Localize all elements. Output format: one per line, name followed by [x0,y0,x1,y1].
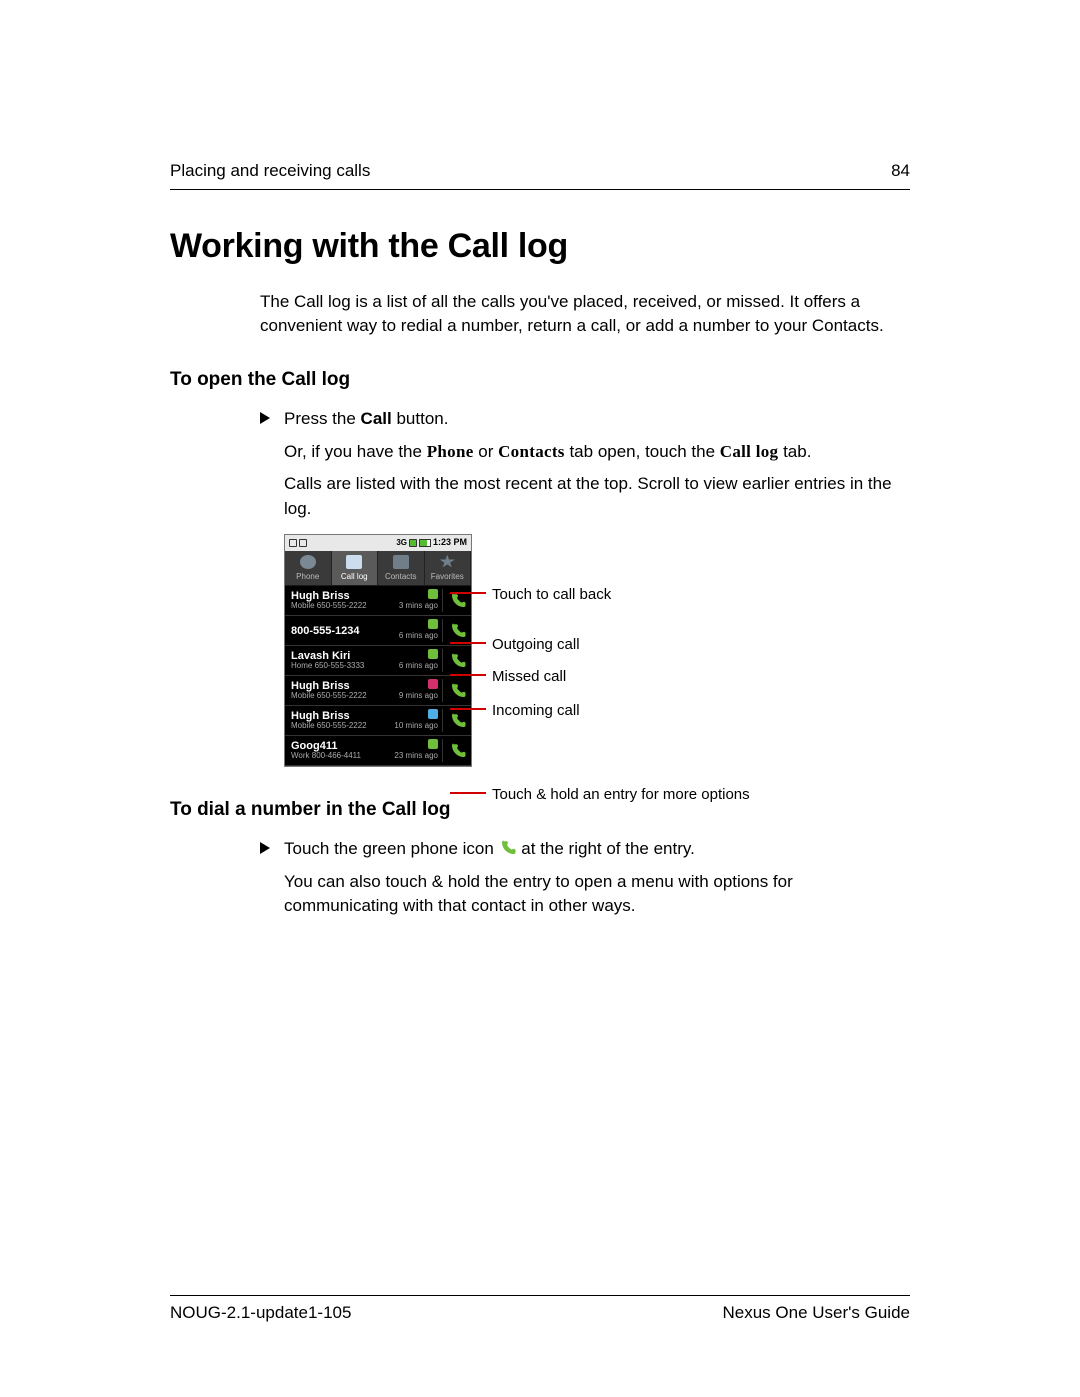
tab-contacts[interactable]: Contacts [378,551,425,586]
callout-hold-options: Touch & hold an entry for more options [492,784,750,806]
tab-favorites[interactable]: Favorites [425,551,472,586]
call-log-entry[interactable]: Goog411Work 800-466-441123 mins ago [285,736,471,766]
entry-time: 10 mins ago [390,709,443,732]
entry-number: Home 650-555-3333 [291,662,390,671]
ui-contacts-tab: Contacts [498,442,565,461]
open-call-log-line2: Or, if you have the Phone or Contacts ta… [260,440,910,465]
outgoing-call-icon [428,739,438,749]
outgoing-call-icon [428,589,438,599]
page-title: Working with the Call log [170,224,910,270]
entry-number: Work 800-466-4411 [291,752,390,761]
contacts-icon [393,555,409,569]
clock: 1:23 PM [433,536,467,549]
call-log-entry[interactable]: 800-555-12346 mins ago [285,616,471,646]
call-back-button[interactable] [449,742,467,760]
entry-number: Mobile 650-555-2222 [291,602,390,611]
callout-incoming: Incoming call [492,700,580,722]
running-head: Placing and receiving calls 84 [170,160,910,190]
status-icon [299,539,307,547]
manual-page: Placing and receiving calls 84 Working w… [0,0,1080,1397]
ui-calllog-tab: Call log [720,442,779,461]
step-press-call: Press the Call button. [260,407,910,432]
list-icon [346,555,362,569]
star-icon [439,555,455,569]
entry-number: Mobile 650-555-2222 [291,722,390,731]
callout-outgoing: Outgoing call [492,634,580,656]
phone-screenshot: 3G 1:23 PM Phone Call log Contacts Favor… [284,534,472,768]
outgoing-call-icon [428,649,438,659]
step-text-prefix: Press the [284,409,361,428]
entry-name: 800-555-1234 [291,625,390,637]
call-back-button[interactable] [449,682,467,700]
dial-number-line2: You can also touch & hold the entry to o… [260,870,910,919]
call-back-button[interactable] [449,712,467,730]
open-call-log-body: Press the Call button. Or, if you have t… [260,407,910,767]
tab-call-log[interactable]: Call log [332,551,379,586]
signal-icon [409,539,417,547]
phone-tabs: Phone Call log Contacts Favorites [285,551,471,587]
doc-id: NOUG-2.1-update1-105 [170,1302,351,1325]
missed-call-icon [428,679,438,689]
call-log-entry[interactable]: Hugh BrissMobile 650-555-22223 mins ago [285,586,471,616]
step-touch-phone-icon: Touch the green phone icon at the right … [260,837,910,862]
incoming-call-icon [428,709,438,719]
ui-phone-tab: Phone [427,442,474,461]
open-call-log-line3: Calls are listed with the most recent at… [260,472,910,521]
call-log-entry[interactable]: Hugh BrissMobile 650-555-22229 mins ago [285,676,471,706]
dial-number-body: Touch the green phone icon at the right … [260,837,910,919]
entry-time: 6 mins ago [390,619,443,642]
call-log-entry[interactable]: Hugh BrissMobile 650-555-222210 mins ago [285,706,471,736]
callout-call-back: Touch to call back [492,584,611,606]
step-text-bold: Call [361,409,392,428]
callout-missed: Missed call [492,666,566,688]
android-status-bar: 3G 1:23 PM [285,535,471,551]
triangle-bullet-icon [260,412,270,424]
guide-name: Nexus One User's Guide [723,1302,911,1325]
step-text-suffix: button. [392,409,449,428]
outgoing-call-icon [428,619,438,629]
call-back-button[interactable] [449,592,467,610]
network-3g-icon: 3G [396,537,407,549]
call-back-button[interactable] [449,622,467,640]
phone-figure: 3G 1:23 PM Phone Call log Contacts Favor… [284,534,910,768]
subheading-open-call-log: To open the Call log [170,367,910,393]
entry-time: 3 mins ago [390,589,443,612]
page-number: 84 [891,160,910,183]
page-footer: NOUG-2.1-update1-105 Nexus One User's Gu… [170,1295,910,1325]
dialer-icon [300,555,316,569]
intro-paragraph: The Call log is a list of all the calls … [260,290,910,338]
call-back-button[interactable] [449,652,467,670]
battery-icon [419,539,431,547]
tab-phone[interactable]: Phone [285,551,332,586]
call-log-list: Hugh BrissMobile 650-555-22223 mins ago8… [285,586,471,766]
phone-handset-icon [499,839,517,857]
section-name: Placing and receiving calls [170,160,370,183]
entry-time: 23 mins ago [390,739,443,762]
entry-number: Mobile 650-555-2222 [291,692,390,701]
status-icon [289,539,297,547]
triangle-bullet-icon [260,842,270,854]
entry-time: 6 mins ago [390,649,443,672]
call-log-entry[interactable]: Lavash KiriHome 650-555-33336 mins ago [285,646,471,676]
entry-time: 9 mins ago [390,679,443,702]
